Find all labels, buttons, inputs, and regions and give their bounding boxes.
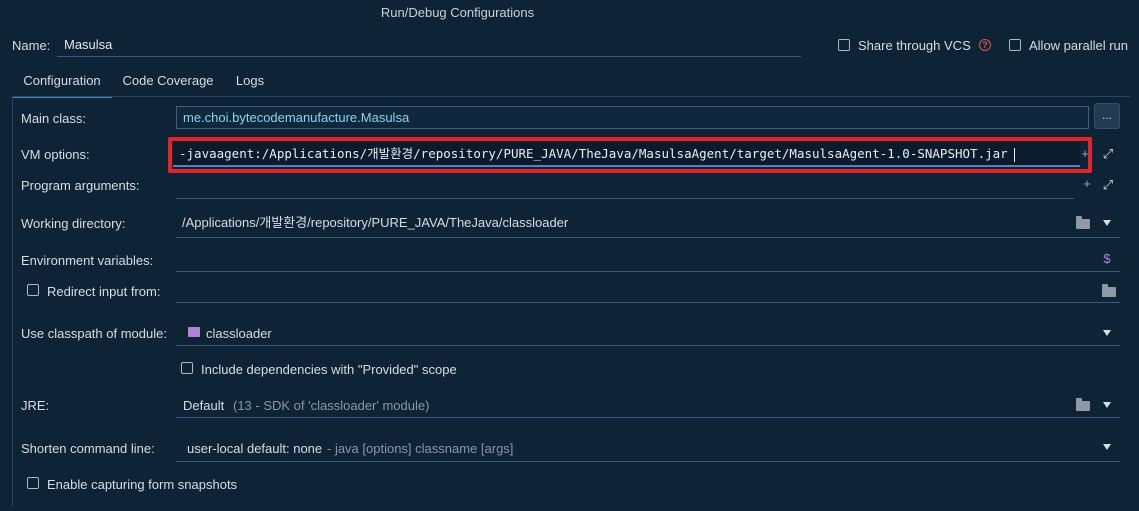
working-directory-label: Working directory: bbox=[21, 216, 126, 231]
enable-snapshots-label: Enable capturing form snapshots bbox=[47, 477, 238, 492]
folder-icon[interactable] bbox=[1076, 398, 1090, 411]
redirect-input-label: Redirect input from: bbox=[47, 284, 161, 299]
redirect-input-checkbox[interactable] bbox=[27, 284, 39, 296]
program-arguments-label: Program arguments: bbox=[21, 178, 140, 193]
browse-button[interactable]: ... bbox=[1094, 103, 1120, 129]
shorten-command-line-value: user-local default: none bbox=[187, 441, 323, 456]
jre-value: Default bbox=[183, 398, 225, 413]
chevron-down-icon[interactable] bbox=[1103, 220, 1111, 226]
classpath-module-value: classloader bbox=[206, 326, 272, 341]
environment-variables-field[interactable] bbox=[176, 250, 1120, 272]
main-class-label: Main class: bbox=[21, 111, 87, 126]
environment-variables-label: Environment variables: bbox=[21, 253, 154, 268]
folder-icon[interactable] bbox=[1076, 216, 1090, 229]
program-arguments-field[interactable] bbox=[176, 178, 1074, 199]
shorten-command-line-label: Shorten command line: bbox=[21, 441, 155, 456]
name-field[interactable]: Masulsa bbox=[57, 34, 801, 57]
redirect-input-field[interactable] bbox=[176, 281, 1120, 303]
include-dependencies-checkbox[interactable] bbox=[181, 362, 193, 374]
expand-icon[interactable]: ⤢ bbox=[1100, 146, 1116, 162]
plus-icon[interactable]: + bbox=[1078, 146, 1092, 161]
tab-configuration[interactable]: Configuration bbox=[12, 66, 112, 98]
shorten-command-line-hint: - java [options] classname [args] bbox=[327, 441, 514, 456]
help-icon[interactable]: ? bbox=[979, 39, 991, 51]
allow-parallel-label: Allow parallel run bbox=[1029, 38, 1128, 53]
tab-code-coverage[interactable]: Code Coverage bbox=[118, 66, 218, 96]
plus-icon[interactable]: + bbox=[1080, 176, 1094, 191]
share-vcs-checkbox[interactable] bbox=[838, 39, 850, 51]
dollar-icon[interactable]: $ bbox=[1101, 251, 1113, 266]
jre-label: JRE: bbox=[21, 398, 50, 413]
working-directory-field[interactable]: /Applications/개발환경/repository/PURE_JAVA/… bbox=[176, 212, 1120, 238]
chevron-down-icon[interactable] bbox=[1103, 330, 1111, 336]
folder-icon[interactable] bbox=[1102, 284, 1116, 297]
classpath-module-select[interactable] bbox=[176, 320, 1120, 346]
enable-snapshots-checkbox[interactable] bbox=[27, 477, 39, 489]
vm-options-label: VM options: bbox=[21, 147, 90, 162]
share-vcs-label: Share through VCS bbox=[858, 38, 971, 53]
highlight-box bbox=[168, 137, 1092, 173]
window-title: Run/Debug Configurations bbox=[380, 5, 535, 20]
name-label: Name: bbox=[12, 38, 51, 53]
jre-hint: (13 - SDK of 'classloader' module) bbox=[233, 398, 430, 413]
chevron-down-icon[interactable] bbox=[1103, 444, 1111, 450]
chevron-down-icon[interactable] bbox=[1103, 402, 1111, 408]
include-dependencies-label: Include dependencies with "Provided" sco… bbox=[201, 362, 457, 377]
allow-parallel-checkbox[interactable] bbox=[1009, 39, 1021, 51]
expand-icon[interactable]: ⤢ bbox=[1100, 177, 1116, 193]
classpath-module-label: Use classpath of module: bbox=[21, 326, 167, 341]
main-class-field[interactable]: me.choi.bytecodemanufacture.Masulsa bbox=[176, 106, 1089, 129]
module-folder-icon bbox=[188, 327, 200, 337]
tab-logs[interactable]: Logs bbox=[226, 66, 274, 96]
